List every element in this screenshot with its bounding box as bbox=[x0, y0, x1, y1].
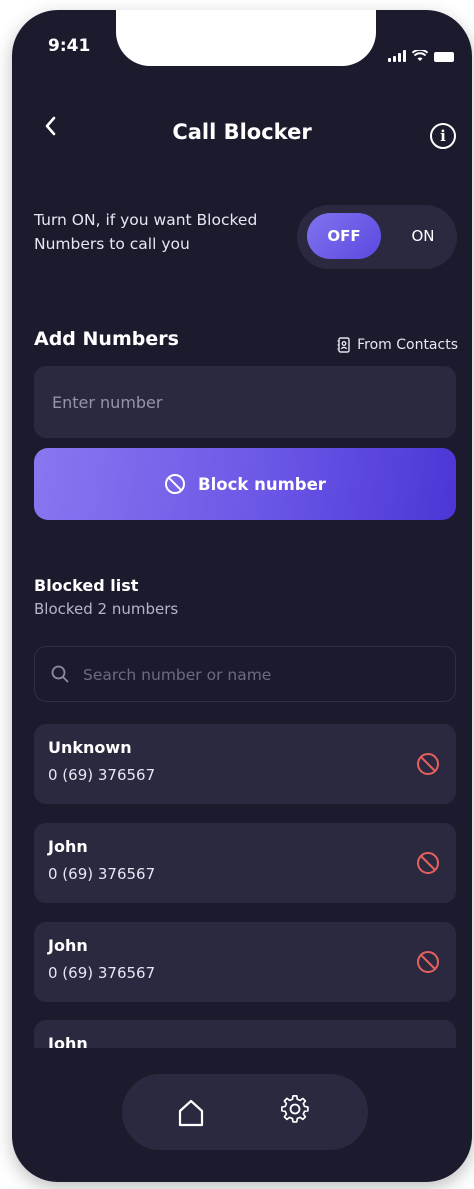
block-number-label: Block number bbox=[198, 474, 326, 494]
phone-screen: 9:41 Call Blocker i Turn ON, if you want… bbox=[12, 10, 472, 1182]
search-icon bbox=[51, 665, 69, 683]
contacts-icon bbox=[337, 337, 350, 353]
contact-number: 0 (69) 376567 bbox=[48, 766, 156, 784]
contact-name: Unknown bbox=[48, 738, 132, 757]
blocked-list: Unknown 0 (69) 376567 John 0 (69) 376567… bbox=[12, 718, 472, 1048]
battery-icon bbox=[434, 52, 454, 62]
toggle-description: Turn ON, if you want Blocked Numbers to … bbox=[34, 211, 258, 253]
blocked-list-title: Blocked list bbox=[34, 576, 139, 595]
search-input[interactable] bbox=[81, 647, 445, 702]
status-icons bbox=[388, 50, 454, 62]
toggle-on-option[interactable]: ON bbox=[393, 213, 453, 259]
list-item[interactable]: John bbox=[34, 1020, 456, 1048]
block-icon bbox=[165, 474, 186, 494]
contact-number: 0 (69) 376567 bbox=[48, 865, 156, 883]
home-icon[interactable] bbox=[176, 1098, 206, 1128]
bottom-nav bbox=[122, 1074, 368, 1150]
phone-notch bbox=[116, 10, 376, 66]
number-input[interactable] bbox=[34, 366, 456, 438]
contact-name: John bbox=[48, 837, 88, 856]
unblock-icon[interactable] bbox=[416, 851, 440, 875]
page-title: Call Blocker bbox=[172, 120, 312, 144]
from-contacts-label: From Contacts bbox=[357, 337, 458, 353]
settings-icon[interactable] bbox=[280, 1094, 310, 1124]
list-item[interactable]: John 0 (69) 376567 bbox=[34, 823, 456, 903]
contact-number: 0 (69) 376567 bbox=[48, 964, 156, 982]
contact-name: John bbox=[48, 936, 88, 955]
list-item[interactable]: Unknown 0 (69) 376567 bbox=[34, 724, 456, 804]
contact-name: John bbox=[48, 1034, 88, 1048]
toggle-off-option[interactable]: OFF bbox=[307, 213, 381, 259]
status-time: 9:41 bbox=[48, 36, 91, 56]
signal-icon bbox=[388, 50, 406, 62]
blocked-count: Blocked 2 numbers bbox=[34, 600, 179, 618]
search-box[interactable] bbox=[34, 646, 456, 702]
unblock-icon[interactable] bbox=[416, 752, 440, 776]
block-toggle[interactable]: OFF ON bbox=[297, 205, 457, 269]
from-contacts-link[interactable]: From Contacts bbox=[337, 337, 458, 353]
unblock-icon[interactable] bbox=[416, 950, 440, 974]
info-button[interactable]: i bbox=[430, 123, 456, 149]
add-numbers-title: Add Numbers bbox=[34, 328, 179, 350]
wifi-icon bbox=[412, 50, 428, 61]
block-number-button[interactable]: Block number bbox=[34, 448, 456, 520]
list-item[interactable]: John 0 (69) 376567 bbox=[34, 922, 456, 1002]
info-icon: i bbox=[440, 127, 446, 145]
